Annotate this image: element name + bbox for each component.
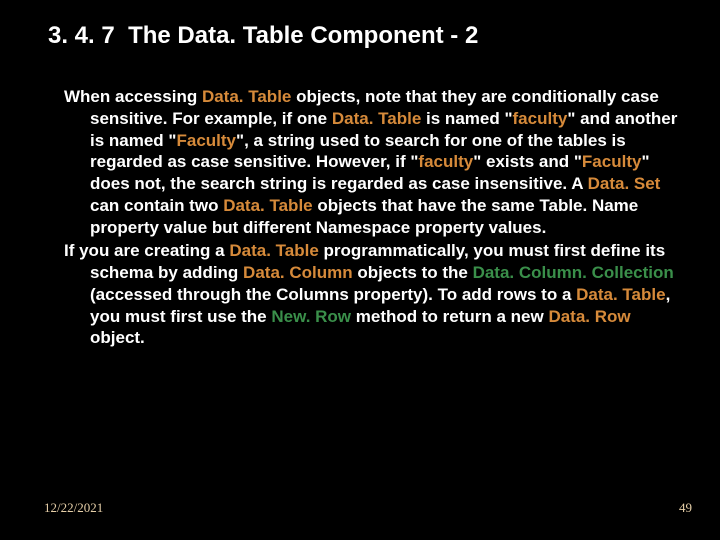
body-text: objects to the <box>353 263 473 282</box>
term-faculty-lc: faculty <box>418 152 473 171</box>
term-faculty-uc: Faculty <box>582 152 642 171</box>
term-faculty-lc: faculty <box>513 109 568 128</box>
slide-title: 3. 4. 7 The Data. Table Component - 2 <box>48 22 690 51</box>
title-text: The Data. Table Component - 2 <box>128 22 478 49</box>
term-faculty-uc: Faculty <box>176 131 236 150</box>
body-text: If you are creating a <box>64 241 229 260</box>
term-new-row: New. Row <box>271 307 351 326</box>
title-section-number: 3. 4. 7 <box>48 22 115 49</box>
slide-container: 3. 4. 7 The Data. Table Component - 2 Wh… <box>0 0 720 540</box>
paragraph-2: If you are creating a Data. Table progra… <box>36 240 690 349</box>
footer-page-number: 49 <box>679 500 692 516</box>
body-text: is named " <box>421 109 512 128</box>
paragraph-1: When accessing Data. Table objects, note… <box>36 86 690 238</box>
footer-date: 12/22/2021 <box>44 500 103 516</box>
body-text: can contain two <box>90 196 223 215</box>
term-data-table: Data. Table <box>229 241 318 260</box>
term-data-column: Data. Column <box>243 263 353 282</box>
slide-body: When accessing Data. Table objects, note… <box>36 86 690 351</box>
term-data-table: Data. Table <box>332 109 421 128</box>
body-text: object. <box>90 328 145 347</box>
body-text: " exists and " <box>473 152 582 171</box>
body-text: method to return a new <box>351 307 548 326</box>
body-text: When accessing <box>64 87 202 106</box>
term-data-table: Data. Table <box>223 196 312 215</box>
term-data-set: Data. Set <box>588 174 661 193</box>
term-data-table: Data. Table <box>202 87 291 106</box>
term-data-table: Data. Table <box>576 285 665 304</box>
term-data-column-collection: Data. Column. Collection <box>473 263 674 282</box>
body-text: (accessed through the Columns property).… <box>90 285 576 304</box>
term-data-row: Data. Row <box>548 307 630 326</box>
